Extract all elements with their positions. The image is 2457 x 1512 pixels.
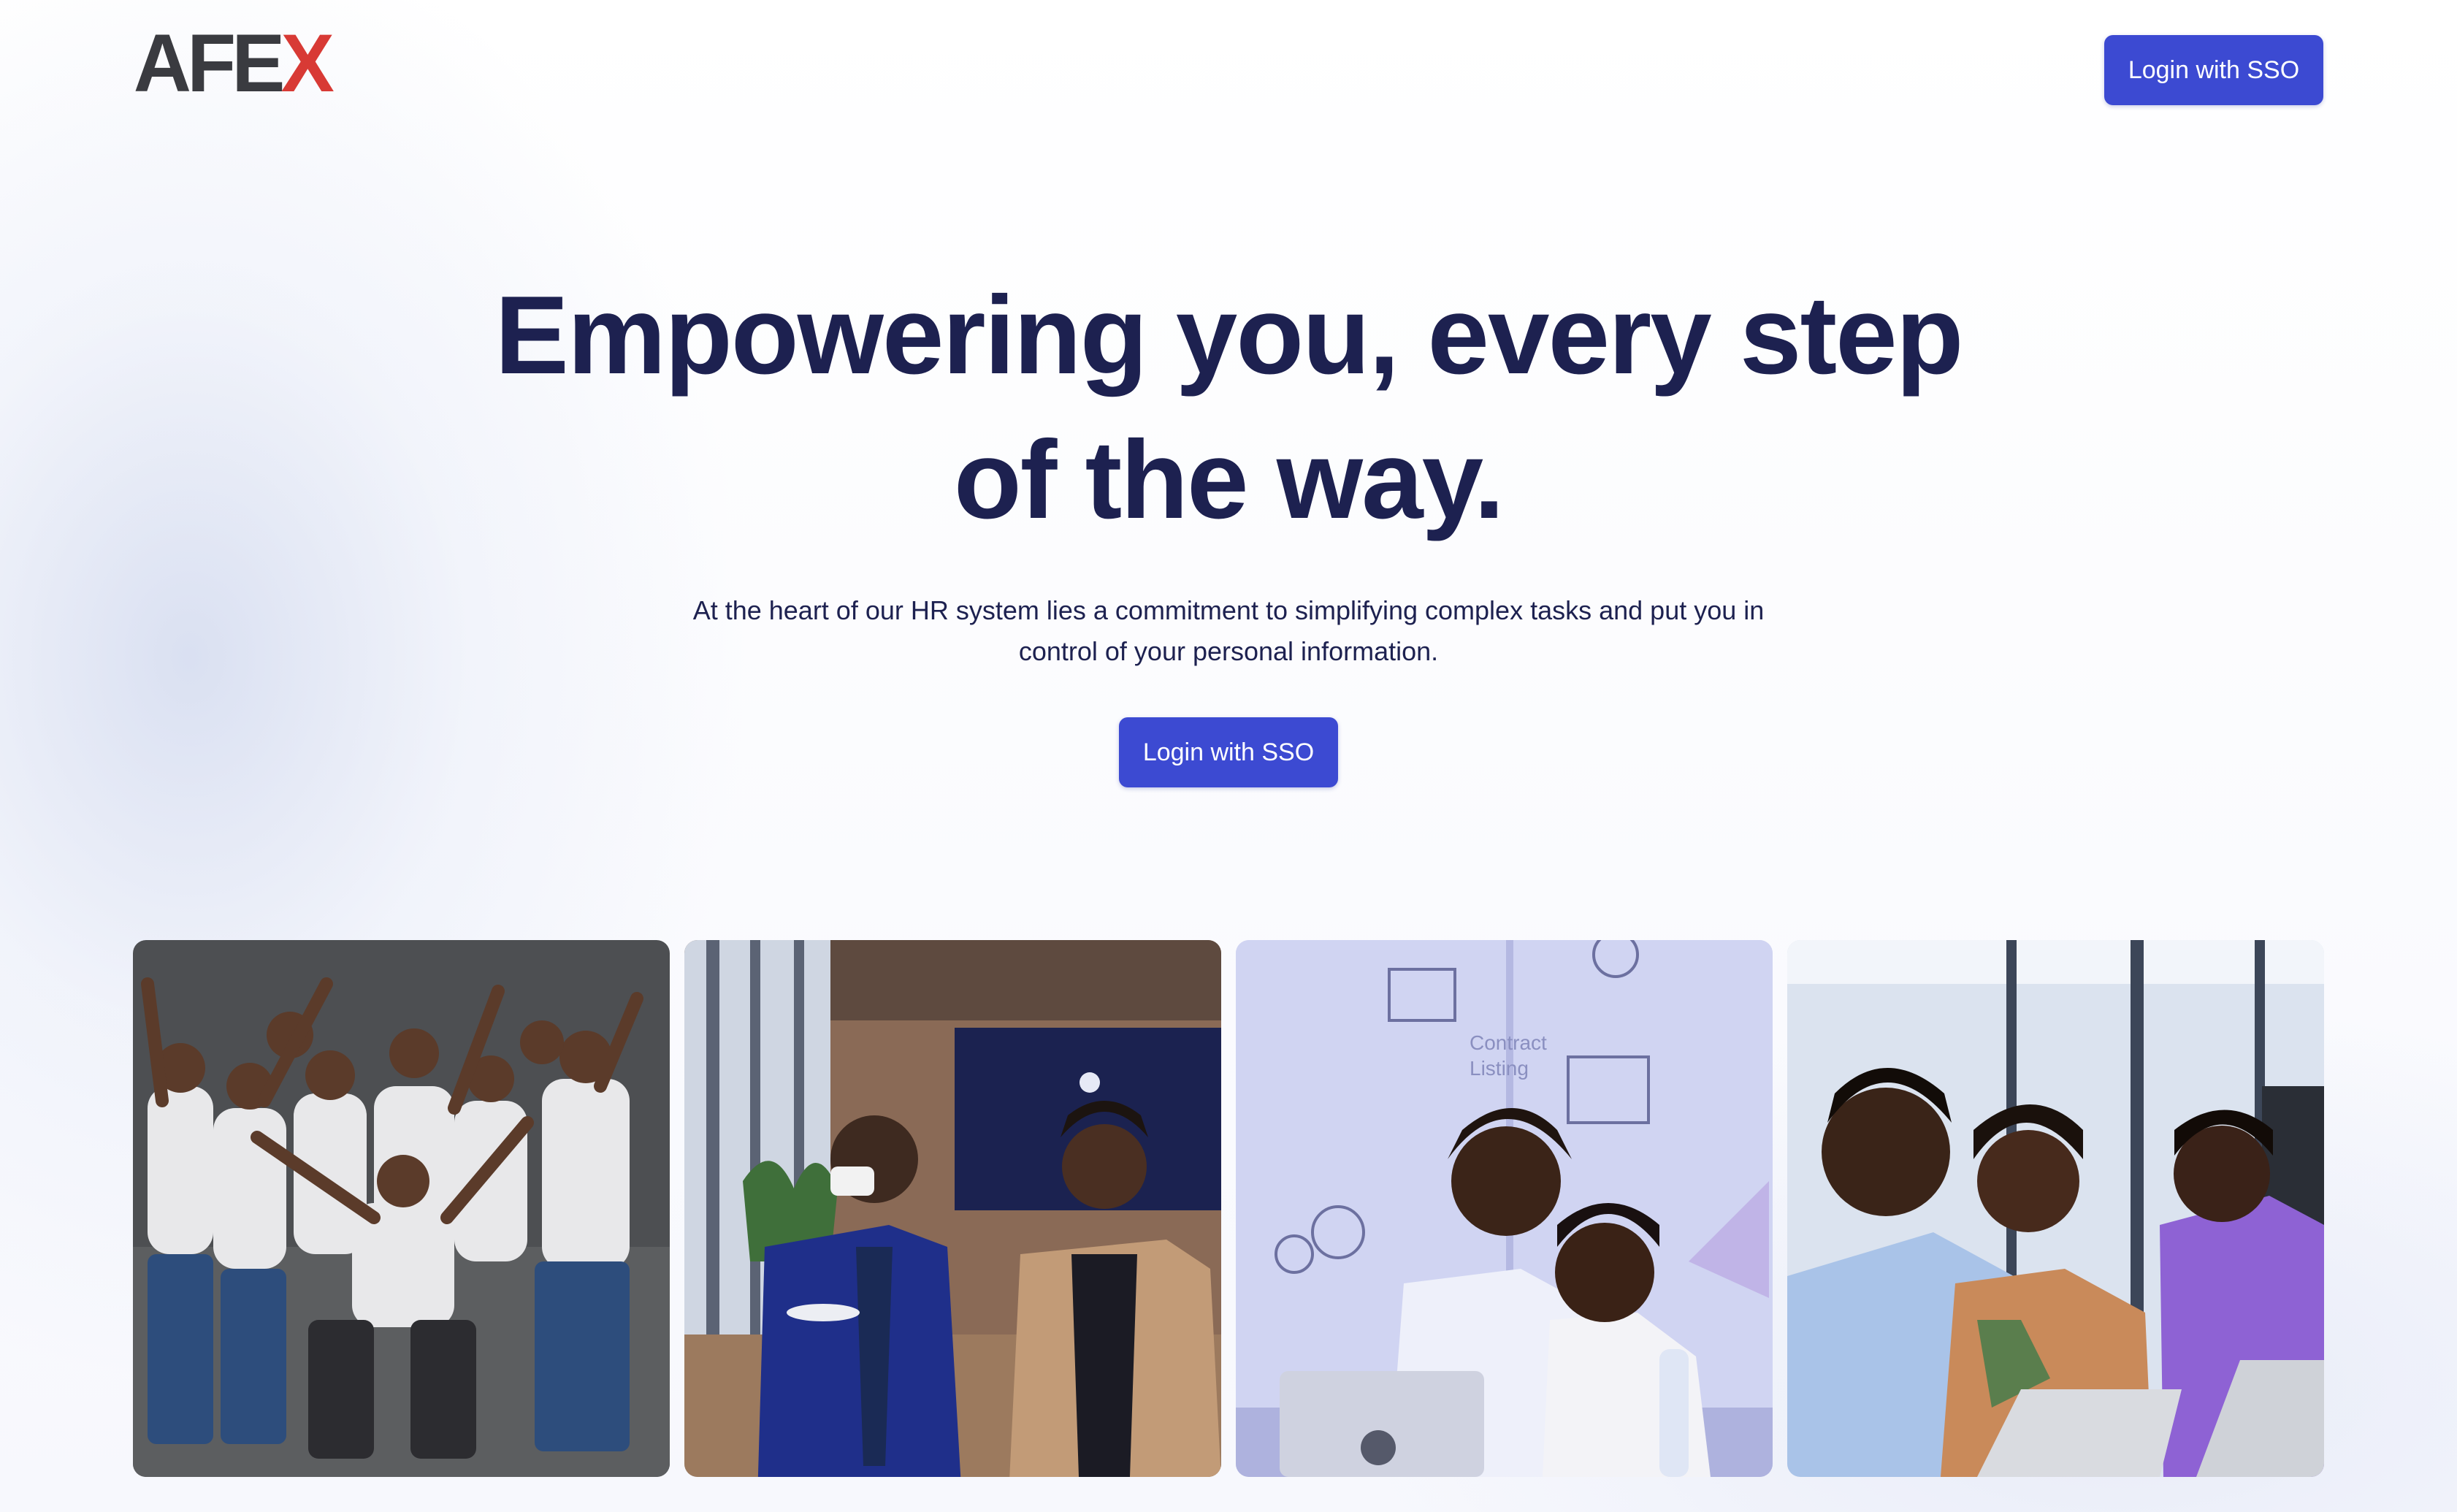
header-login-sso-button[interactable]: Login with SSO — [2104, 35, 2323, 105]
hero-login-sso-button[interactable]: Login with SSO — [1119, 717, 1338, 787]
hero-subtitle: At the heart of our HR system lies a com… — [692, 595, 1765, 666]
logo-text: AFEX — [133, 18, 335, 109]
team-at-laptop-photo — [1787, 940, 2324, 1477]
photo-gallery: Contract Listing — [133, 940, 2324, 1477]
hero-title: Empowering you, every step of the way. — [494, 273, 1963, 542]
team-celebration-photo — [133, 940, 670, 1477]
whiteboard-text-1: Contract — [1470, 1031, 1547, 1054]
top-header: AFEX Login with SSO — [0, 0, 2457, 146]
afex-logo[interactable]: AFEX — [131, 23, 335, 104]
laptop-collaboration-photo: Contract Listing — [1236, 940, 1773, 1477]
office-colleagues-photo — [684, 940, 1221, 1477]
whiteboard-text-2: Listing — [1470, 1057, 1529, 1080]
